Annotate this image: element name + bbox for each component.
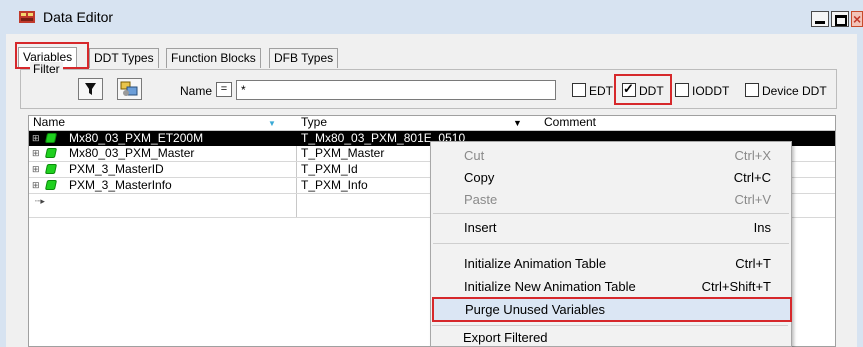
ddt-highlight-box: [614, 74, 672, 105]
expand-icon[interactable]: ⊞: [32, 149, 41, 158]
expand-icon[interactable]: ⊞: [32, 181, 41, 190]
menu-item-copy[interactable]: Copy Ctrl+C: [431, 166, 791, 190]
funnel-icon: [85, 83, 96, 95]
menu-item-label: Paste: [464, 192, 498, 207]
filter-settings-button[interactable]: [117, 78, 142, 100]
menu-item-export-filtered[interactable]: Export Filtered: [430, 326, 790, 347]
menu-item-label: Initialize New Animation Table: [464, 279, 636, 294]
ioddt-checkbox-label: IODDT: [692, 84, 730, 98]
menu-item-label: Copy: [464, 170, 495, 185]
device-ddt-checkbox[interactable]: [745, 83, 759, 97]
expand-icon[interactable]: ⊞: [32, 134, 41, 143]
column-header-type[interactable]: Type: [301, 115, 327, 130]
device-ddt-checkbox-label: Device DDT: [762, 84, 827, 98]
minimize-icon: [815, 21, 825, 24]
tab-ddt-types[interactable]: DDT Types: [89, 48, 159, 68]
row-name: PXM_3_MasterInfo: [69, 178, 172, 192]
menu-item-shortcut: Ctrl+Shift+T: [701, 279, 771, 294]
menu-separator: [433, 213, 789, 214]
filter-group-label: Filter: [30, 62, 63, 76]
row-name: PXM_3_MasterID: [69, 162, 164, 176]
menu-item-label: Export Filtered: [463, 330, 548, 345]
menu-item-shortcut: Ctrl+X: [734, 148, 771, 163]
variable-icon: [44, 148, 58, 158]
filter-config-icon: [120, 81, 138, 96]
row-name: Mx80_03_PXM_ET200M: [69, 131, 204, 145]
window-title: Data Editor: [43, 9, 114, 25]
menu-item-insert[interactable]: Insert Ins: [431, 216, 791, 240]
menu-item-paste[interactable]: Paste Ctrl+V: [431, 188, 791, 212]
row-type: T_PXM_Master: [301, 146, 385, 160]
close-icon: ×: [853, 11, 862, 27]
filter-name-label: Name: [180, 84, 213, 98]
column-header-name[interactable]: Name: [33, 115, 65, 130]
menu-item-shortcut: Ctrl+C: [733, 170, 771, 185]
minimize-button[interactable]: [811, 11, 829, 27]
filter-operator-button[interactable]: =: [216, 82, 232, 97]
menu-item-purge-unused-variables[interactable]: Purge Unused Variables: [432, 297, 792, 322]
expand-icon[interactable]: ⊞: [32, 165, 41, 174]
menu-item-label: Purge Unused Variables: [465, 302, 605, 317]
column-header-comment[interactable]: Comment: [544, 115, 596, 130]
menu-item-label: Cut: [464, 148, 485, 163]
variable-icon: [44, 180, 58, 190]
ioddt-checkbox[interactable]: [675, 83, 689, 97]
title-bar[interactable]: Data Editor ×: [6, 0, 863, 34]
new-row-arrow-icon: ┈▸: [35, 196, 45, 206]
variable-icon: [44, 164, 58, 174]
edt-checkbox-label: EDT: [589, 84, 613, 98]
menu-item-shortcut: Ins: [753, 220, 771, 235]
menu-item-label: Initialize Animation Table: [464, 256, 607, 271]
variable-icon: [44, 133, 58, 143]
menu-item-shortcut: Ctrl+V: [734, 192, 771, 207]
menu-item-label: Insert: [464, 220, 497, 235]
row-name: Mx80_03_PXM_Master: [69, 146, 195, 160]
filter-name-input[interactable]: [236, 80, 556, 100]
menu-item-init-new-animation-table[interactable]: Initialize New Animation Table Ctrl+Shif…: [431, 275, 791, 299]
row-type: T_PXM_Info: [301, 178, 368, 192]
menu-item-cut[interactable]: Cut Ctrl+X: [431, 144, 791, 168]
filter-apply-button[interactable]: [78, 78, 103, 100]
menu-item-shortcut: Ctrl+T: [735, 256, 771, 271]
maximize-icon: [835, 15, 847, 26]
edt-checkbox[interactable]: [572, 83, 586, 97]
menu-separator: [433, 243, 789, 244]
data-editor-app-icon: [19, 11, 35, 23]
maximize-button[interactable]: [831, 11, 849, 27]
tab-function-blocks[interactable]: Function Blocks: [166, 48, 261, 68]
tab-dfb-types[interactable]: DFB Types: [269, 48, 339, 68]
menu-item-init-animation-table[interactable]: Initialize Animation Table Ctrl+T: [431, 252, 791, 276]
close-button[interactable]: ×: [851, 11, 863, 27]
row-type: T_PXM_Id: [301, 162, 358, 176]
